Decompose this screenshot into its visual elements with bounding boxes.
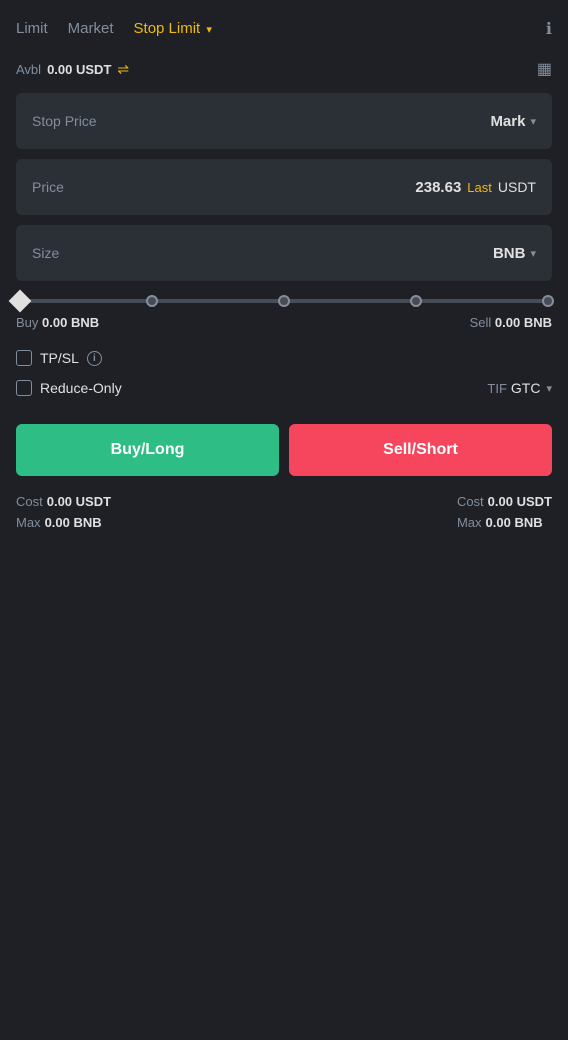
tif-value: GTC <box>511 380 541 396</box>
size-dropdown-arrow: ▾ <box>530 247 536 260</box>
price-right: 238.63 Last USDT <box>415 179 536 196</box>
reduce-only-checkbox[interactable] <box>16 380 32 396</box>
tab-market[interactable]: Market <box>68 16 114 41</box>
price-field[interactable]: Price 238.63 Last USDT <box>16 159 552 215</box>
buy-info: Buy 0.00 BNB <box>16 315 99 330</box>
info-icon[interactable]: ℹ <box>546 19 552 39</box>
calculator-icon[interactable]: ▦ <box>537 59 552 79</box>
size-dropdown[interactable]: BNB ▾ <box>493 245 536 262</box>
size-unit: BNB <box>493 245 526 262</box>
tab-limit[interactable]: Limit <box>16 16 48 41</box>
slider-tick-100[interactable] <box>542 295 554 307</box>
buy-cost-row: Cost 0.00 USDT <box>16 494 111 509</box>
sell-value: 0.00 BNB <box>495 315 552 330</box>
avbl-left: Avbl 0.00 USDT ⇌ <box>16 61 129 78</box>
tab-stop-limit[interactable]: Stop Limit ▾ <box>134 16 212 41</box>
avbl-label: Avbl <box>16 62 41 77</box>
buy-max-row: Max 0.00 BNB <box>16 515 111 530</box>
sell-info: Sell 0.00 BNB <box>470 315 552 330</box>
tif-label: TIF <box>487 381 507 396</box>
bs-info-row: Buy 0.00 BNB Sell 0.00 BNB <box>16 315 552 330</box>
buy-value: 0.00 BNB <box>42 315 99 330</box>
stop-price-field[interactable]: Stop Price Mark ▾ <box>16 93 552 149</box>
sell-cost-max-col: Cost 0.00 USDT Max 0.00 BNB <box>457 494 552 530</box>
mark-dropdown[interactable]: Mark ▾ <box>490 113 536 130</box>
size-field[interactable]: Size BNB ▾ <box>16 225 552 281</box>
slider-track[interactable] <box>20 299 548 303</box>
slider-container <box>16 299 552 303</box>
tpsl-row: TP/SL i <box>16 350 552 366</box>
tpsl-checkbox[interactable] <box>16 350 32 366</box>
sell-label: Sell <box>470 315 492 330</box>
sell-cost-row: Cost 0.00 USDT <box>457 494 552 509</box>
stop-limit-dropdown-arrow[interactable]: ▾ <box>206 24 212 36</box>
buy-long-button[interactable]: Buy/Long <box>16 424 279 476</box>
reduce-only-label: Reduce-Only <box>40 380 479 396</box>
size-label: Size <box>32 245 59 261</box>
buy-max-value: 0.00 BNB <box>45 515 102 530</box>
sell-max-row: Max 0.00 BNB <box>457 515 552 530</box>
avbl-row: Avbl 0.00 USDT ⇌ ▦ <box>16 59 552 79</box>
sell-cost-value: 0.00 USDT <box>488 494 552 509</box>
buy-cost-max-col: Cost 0.00 USDT Max 0.00 BNB <box>16 494 111 530</box>
sell-cost-label: Cost <box>457 494 484 509</box>
stop-price-label: Stop Price <box>32 113 97 129</box>
tab-bar: Limit Market Stop Limit ▾ ℹ <box>16 16 552 41</box>
mark-dropdown-arrow: ▾ <box>530 115 536 128</box>
action-buttons: Buy/Long Sell/Short <box>16 424 552 476</box>
buy-label: Buy <box>16 315 38 330</box>
mark-label: Mark <box>490 113 525 130</box>
reduce-only-row: Reduce-Only TIF GTC ▾ <box>16 380 552 396</box>
price-unit: USDT <box>498 179 536 195</box>
slider-tick-50[interactable] <box>278 295 290 307</box>
tif-dropdown-arrow: ▾ <box>546 382 552 395</box>
price-value: 238.63 <box>415 179 461 196</box>
cost-max-container: Cost 0.00 USDT Max 0.00 BNB Cost 0.00 US… <box>16 494 552 530</box>
buy-max-label: Max <box>16 515 41 530</box>
slider-thumb[interactable] <box>9 290 32 313</box>
tif-selector[interactable]: TIF GTC ▾ <box>487 380 552 396</box>
slider-tick-75[interactable] <box>410 295 422 307</box>
tpsl-info-icon[interactable]: i <box>87 351 102 366</box>
slider-tick-25[interactable] <box>146 295 158 307</box>
sell-max-value: 0.00 BNB <box>486 515 543 530</box>
avbl-value: 0.00 USDT <box>47 62 111 77</box>
price-label: Price <box>32 179 64 195</box>
transfer-icon[interactable]: ⇌ <box>117 61 129 78</box>
sell-max-label: Max <box>457 515 482 530</box>
buy-cost-value: 0.00 USDT <box>47 494 111 509</box>
price-tag[interactable]: Last <box>467 180 492 195</box>
tpsl-label: TP/SL <box>40 350 79 366</box>
sell-short-button[interactable]: Sell/Short <box>289 424 552 476</box>
buy-cost-label: Cost <box>16 494 43 509</box>
